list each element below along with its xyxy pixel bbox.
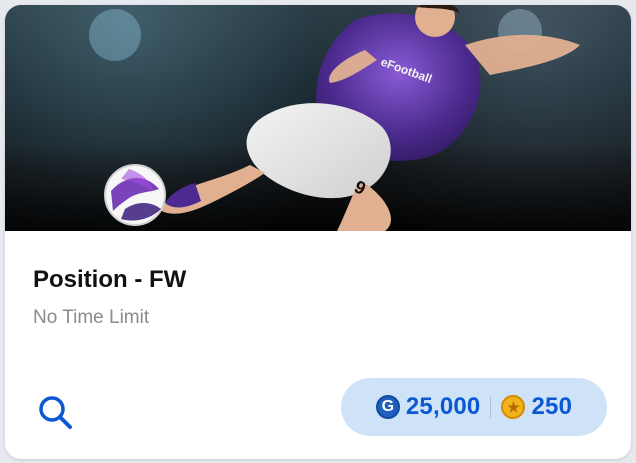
gp-coin-icon: G xyxy=(375,395,400,419)
gp-price: G 25,000 xyxy=(375,393,481,420)
coin-amount: 250 xyxy=(531,393,573,420)
pack-card[interactable]: eFootball 9 Position - FW No Time Limit … xyxy=(5,5,631,459)
time-limit-text: No Time Limit xyxy=(33,307,150,328)
search-button[interactable] xyxy=(33,390,77,434)
hero-banner: eFootball 9 xyxy=(5,5,631,231)
football xyxy=(104,164,166,226)
star-coin-icon: ★ xyxy=(501,395,526,419)
card-body: Position - FW No Time Limit G 25,000 ★ 2… xyxy=(5,231,631,459)
price-pill[interactable]: G 25,000 ★ 250 xyxy=(341,378,607,436)
player: eFootball 9 xyxy=(160,5,580,231)
search-icon xyxy=(39,396,72,429)
pack-title: Position - FW xyxy=(33,266,187,293)
hero-illustration: eFootball 9 xyxy=(89,5,580,231)
gp-amount: 25,000 xyxy=(405,393,481,420)
coin-price: ★ 250 xyxy=(501,395,572,419)
price-divider xyxy=(490,396,492,418)
